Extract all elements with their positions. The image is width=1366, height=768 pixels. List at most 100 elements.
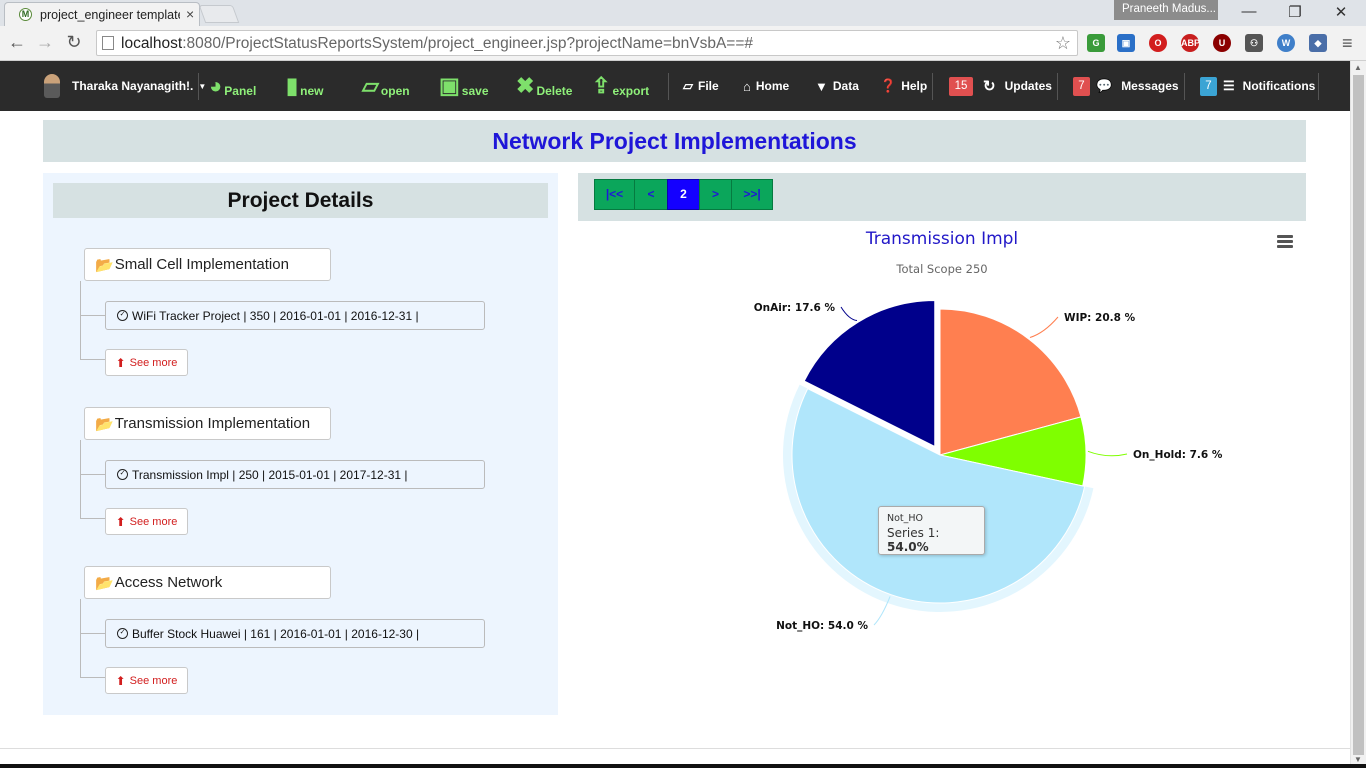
address-bar[interactable]: localhost:8080/ProjectStatusReportsSyste… bbox=[96, 30, 1078, 56]
project-name: Access Network bbox=[114, 574, 223, 591]
extension-ublock-icon[interactable]: U bbox=[1213, 34, 1231, 52]
reload-icon[interactable]: ↻ bbox=[63, 32, 85, 53]
tab-title: project_engineer template bbox=[40, 8, 180, 22]
browser-menu-icon[interactable]: ≡ bbox=[1342, 33, 1353, 54]
current-page-button[interactable]: 2 bbox=[667, 179, 700, 210]
data-label: Not_HO: 54.0 % bbox=[776, 620, 868, 632]
extension-wordpress-icon[interactable]: W bbox=[1277, 34, 1295, 52]
panel-label: Panel bbox=[224, 84, 257, 98]
pie-chart-container: WIP: 20.8 % On_Hold: 7.6 % Not_HO: 54.0 % O… bbox=[578, 221, 1306, 715]
export-button[interactable]: ⇪ export bbox=[592, 61, 649, 111]
tree-line bbox=[80, 518, 105, 519]
extension-car-icon[interactable]: ▣ bbox=[1117, 34, 1135, 52]
help-link[interactable]: ❓ Help bbox=[880, 61, 927, 111]
profile-name[interactable]: Praneeth Madus... bbox=[1114, 0, 1218, 20]
url-text[interactable]: localhost:8080/ProjectStatusReportsSyste… bbox=[121, 35, 753, 53]
close-window-button[interactable]: ✕ bbox=[1326, 3, 1356, 21]
folder-open-icon: 📂 bbox=[95, 415, 114, 433]
new-file-icon: ▮ bbox=[286, 73, 299, 98]
project-detail-text: Buffer Stock Huawei | 161 | 2016-01-01 |… bbox=[132, 626, 420, 641]
back-arrow-icon[interactable]: ← bbox=[6, 32, 28, 53]
data-label-connector bbox=[1029, 316, 1059, 338]
scroll-down-arrow-icon[interactable]: ▼ bbox=[1354, 755, 1362, 764]
chart-title: Transmission Impl bbox=[865, 229, 1019, 249]
data-label: Data bbox=[832, 79, 859, 93]
project-button[interactable]: 📂 Access Network bbox=[84, 566, 331, 599]
forward-arrow-icon[interactable]: → bbox=[34, 32, 56, 53]
check-circle-icon: ✓ bbox=[117, 628, 128, 639]
notifications-button[interactable]: 7 ☰ Notifications bbox=[1200, 61, 1315, 111]
data-label-connector bbox=[1087, 450, 1128, 457]
user-menu[interactable]: Tharaka Nayanagith!. ▼ bbox=[44, 61, 206, 111]
chart-context-menu-icon[interactable] bbox=[1277, 235, 1293, 250]
open-button[interactable]: ▱ open bbox=[362, 61, 410, 111]
scroll-up-arrow-icon[interactable]: ▲ bbox=[1354, 63, 1362, 72]
refresh-icon: ↻ bbox=[983, 78, 996, 95]
scrollbar-thumb[interactable] bbox=[1353, 75, 1364, 755]
messages-badge: 7 bbox=[1073, 76, 1090, 96]
new-tab-button[interactable] bbox=[198, 5, 240, 23]
extension-incognito-icon[interactable]: ⚇ bbox=[1245, 34, 1263, 52]
divider bbox=[1057, 73, 1058, 100]
tree-line bbox=[80, 677, 105, 678]
taskbar-edge bbox=[0, 764, 1366, 768]
new-button[interactable]: ▮ new bbox=[286, 61, 323, 111]
pie-chart: WIP: 20.8 % On_Hold: 7.6 % Not_HO: 54.0 % O… bbox=[754, 299, 1223, 632]
browser-tab-strip: M project_engineer template × Praneeth M… bbox=[0, 0, 1366, 26]
project-button[interactable]: 📂 Small Cell Implementation bbox=[84, 248, 331, 281]
project-name: Transmission Implementation bbox=[114, 415, 311, 432]
check-circle-icon: ✓ bbox=[117, 469, 128, 480]
tree-line bbox=[80, 315, 105, 316]
browser-tab[interactable]: M project_engineer template × bbox=[4, 2, 200, 26]
delete-x-icon: ✖ bbox=[516, 73, 535, 98]
bookmark-star-icon[interactable]: ☆ bbox=[1055, 33, 1071, 54]
help-label: Help bbox=[901, 79, 928, 93]
tree-line bbox=[80, 359, 105, 360]
extension-opera-icon[interactable]: O bbox=[1149, 34, 1167, 52]
see-more-button[interactable]: ⬆ See more bbox=[105, 667, 188, 694]
project-detail-text: Transmission Impl | 250 | 2015-01-01 | 2… bbox=[132, 467, 408, 482]
delete-button[interactable]: ✖ Delete bbox=[516, 61, 572, 111]
see-more-button[interactable]: ⬆ See more bbox=[105, 349, 188, 376]
page-scrollbar[interactable]: ▲ ▼ bbox=[1350, 61, 1366, 768]
extension-translate-icon[interactable]: G bbox=[1087, 34, 1105, 52]
project-button[interactable]: 📂 Transmission Implementation bbox=[84, 407, 331, 440]
page-icon bbox=[102, 36, 114, 50]
data-label-connector bbox=[840, 306, 858, 322]
prev-page-button[interactable]: < bbox=[634, 179, 668, 210]
data-label: On_Hold: 7.6 % bbox=[1133, 449, 1223, 461]
extension-cube-icon[interactable]: ◆ bbox=[1309, 34, 1327, 52]
export-label: export bbox=[612, 84, 650, 98]
updates-button[interactable]: 15 ↻ Updates bbox=[949, 61, 1052, 111]
last-page-button[interactable]: >>| bbox=[731, 179, 773, 210]
extension-adblock-icon[interactable]: ABP bbox=[1181, 34, 1200, 52]
data-label: OnAir: 17.6 % bbox=[754, 302, 836, 314]
question-circle-icon: ❓ bbox=[880, 78, 897, 93]
upload-icon: ⬆ bbox=[115, 673, 126, 688]
file-menu[interactable]: ▱ File bbox=[683, 61, 719, 111]
tab-close-icon[interactable]: × bbox=[186, 6, 194, 22]
folder-open-icon: ▱ bbox=[362, 73, 379, 98]
tree-line bbox=[80, 281, 81, 359]
project-detail-row[interactable]: ✓ Transmission Impl | 250 | 2015-01-01 |… bbox=[105, 460, 485, 489]
messages-button[interactable]: 7 💬 Messages bbox=[1073, 61, 1179, 111]
dashboard-icon: ◕ bbox=[209, 73, 223, 98]
project-name: Small Cell Implementation bbox=[114, 256, 289, 273]
panel-button[interactable]: ◕ Panel bbox=[209, 61, 256, 111]
first-page-button[interactable]: |<< bbox=[594, 179, 635, 210]
data-menu[interactable]: ▼ Data bbox=[815, 61, 859, 111]
data-label: WIP: 20.8 % bbox=[1064, 312, 1136, 324]
save-button[interactable]: ▣ save bbox=[439, 61, 489, 111]
project-detail-row[interactable]: ✓ Buffer Stock Huawei | 161 | 2016-01-01… bbox=[105, 619, 485, 648]
minimize-button[interactable]: — bbox=[1234, 3, 1264, 20]
check-circle-icon: ✓ bbox=[117, 310, 128, 321]
next-page-button[interactable]: > bbox=[699, 179, 732, 210]
project-detail-row[interactable]: ✓ WiFi Tracker Project | 350 | 2016-01-0… bbox=[105, 301, 485, 330]
filter-icon: ▼ bbox=[815, 78, 828, 94]
home-link[interactable]: ⌂ Home bbox=[743, 61, 789, 111]
page-title: Network Project Implementations bbox=[492, 128, 857, 154]
notifications-badge: 7 bbox=[1200, 76, 1217, 96]
see-more-button[interactable]: ⬆ See more bbox=[105, 508, 188, 535]
restore-button[interactable]: ❐ bbox=[1280, 3, 1310, 21]
tooltip-point-name: Not_HO bbox=[887, 513, 924, 524]
